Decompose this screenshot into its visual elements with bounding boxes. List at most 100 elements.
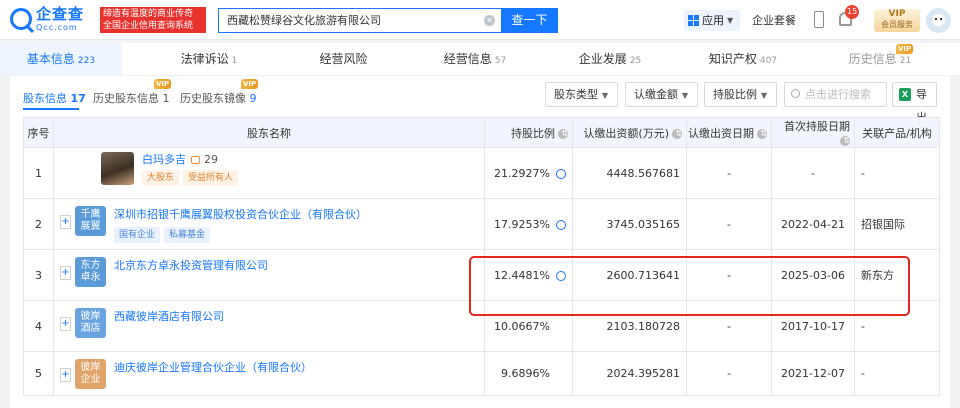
col-amount[interactable]: 认缴出资额(万元) ⇅ xyxy=(572,117,687,148)
sort-icon[interactable]: ⇅ xyxy=(558,128,568,139)
chevron-down-icon: ▼ xyxy=(761,91,768,100)
date-cell: - xyxy=(686,300,772,352)
shareholder-tags: 国有企业 私募基金 xyxy=(114,227,211,243)
col-first-date[interactable]: 首次持股日期 ⇅ xyxy=(771,117,855,148)
first-date-cell: - xyxy=(771,147,855,199)
search-input-value: 西藏松赞绿谷文化旅游有限公司 xyxy=(227,14,381,27)
sort-icon[interactable]: ⇅ xyxy=(840,136,850,146)
slogan-banner: 缔造有温度的商业传奇 全国企业信用查询系统 xyxy=(100,7,206,33)
qcc-logo[interactable]: 企查查 Qcc.com xyxy=(10,6,84,32)
shareholder-name[interactable]: 北京东方卓永投资管理有限公司 xyxy=(114,257,268,273)
company-logo[interactable]: 彼岸 酒店 xyxy=(75,308,106,338)
sort-icon[interactable]: ⇅ xyxy=(672,128,682,139)
related-link[interactable]: 新东方 xyxy=(854,249,940,301)
ratio-cell: 10.0667% xyxy=(484,300,573,352)
app-menu-button[interactable]: 应用 ▼ xyxy=(684,10,740,31)
equity-chart-icon[interactable] xyxy=(556,168,566,179)
vip-service-button[interactable]: VIP 会员服务 xyxy=(874,9,920,32)
col-label: 首次持股日期 xyxy=(784,120,850,133)
expand-button[interactable]: + xyxy=(60,266,71,280)
shareholder-name[interactable]: 深圳市招银千鹰展翼股权投资合伙企业（有限合伙） xyxy=(114,206,367,222)
tab-count: 407 xyxy=(759,56,778,66)
subtab-history-shareholders[interactable]: 历史股东信息 1 xyxy=(93,90,170,106)
company-logo[interactable]: 东方 卓永 xyxy=(75,257,106,287)
first-date-cell: 2025-03-06 xyxy=(771,249,855,301)
tab-label: 历史信息 xyxy=(848,52,897,66)
export-button[interactable]: X 导出 xyxy=(892,82,937,124)
row-index: 4 xyxy=(23,300,54,352)
date-cell: - xyxy=(686,198,772,250)
search-icon xyxy=(791,89,800,98)
app-menu-label: 应用 xyxy=(702,14,724,27)
shareholder-name[interactable]: 白玛多吉 29 xyxy=(142,151,218,167)
col-ratio[interactable]: 持股比例 ⇅ xyxy=(484,117,573,148)
tab-development[interactable]: 企业发展 25 xyxy=(555,43,665,75)
sort-icon[interactable]: ⇅ xyxy=(757,128,767,139)
amount-filter[interactable]: 认缴金额 ▼ xyxy=(625,82,698,107)
filter-label: 持股比例 xyxy=(713,88,757,101)
row-index: 3 xyxy=(23,249,54,301)
amount-cell: 2103.180728 xyxy=(572,300,687,352)
tab-count: 223 xyxy=(77,56,96,66)
shareholder-type-filter[interactable]: 股东类型 ▼ xyxy=(545,82,618,107)
table-row: 3 + 东方 卓永 北京东方卓永投资管理有限公司 12.4481% 2600.713641-… xyxy=(23,249,940,301)
shareholder-name[interactable]: 迪庆彼岸企业管理合伙企业（有限合伙） xyxy=(114,359,312,375)
notification-badge: 15 xyxy=(845,5,860,19)
subtab-history-mirror[interactable]: 历史股东镜像 9 xyxy=(180,90,257,106)
shareholder-cell: + 千鹰 展翼 深圳市招银千鹰展翼股权投资合伙企业（有限合伙） 国有企业 私募基金 xyxy=(53,198,485,250)
shareholder-cell: 白玛多吉 29 大股东 受益所有人 xyxy=(53,147,485,199)
table-row: 5 + 彼岸 企业 迪庆彼岸企业管理合伙企业（有限合伙） 9.6896% 2024.3952… xyxy=(23,351,940,396)
related-link[interactable]: 招银国际 xyxy=(854,198,940,250)
avatar[interactable] xyxy=(926,8,951,33)
vip-subtitle: 会员服务 xyxy=(881,20,913,29)
excel-icon: X xyxy=(899,88,911,101)
table-body: 1 白玛多吉 29 大股东 受益所有人 21.2927% 4448.567681- - -2 + 千… xyxy=(23,147,940,396)
first-date-cell: 2017-10-17 xyxy=(771,300,855,352)
shareholder-tag: 受益所有人 xyxy=(183,170,239,186)
tab-ip[interactable]: 知识产权 407 xyxy=(688,43,798,75)
date-cell: - xyxy=(686,351,772,396)
chevron-down-icon: ▼ xyxy=(682,91,689,100)
tab-label: 经营风险 xyxy=(319,52,368,66)
expand-button[interactable]: + xyxy=(60,368,71,382)
tab-history[interactable]: 历史信息 21 xyxy=(830,43,930,75)
ratio-cell: 12.4481% xyxy=(484,249,573,301)
clear-icon[interactable]: ✕ xyxy=(484,15,495,26)
company-logo[interactable]: 千鹰 展翼 xyxy=(75,206,106,236)
expand-button[interactable]: + xyxy=(60,215,71,229)
col-label: 持股比例 xyxy=(511,126,555,140)
equity-chart-icon[interactable] xyxy=(556,270,566,281)
ratio-cell: 21.2927% xyxy=(484,147,573,199)
tab-risk[interactable]: 经营风险 xyxy=(290,43,400,75)
equity-chart-icon[interactable] xyxy=(556,219,566,230)
tab-operations[interactable]: 经营信息 57 xyxy=(420,43,530,75)
date-cell: - xyxy=(686,249,772,301)
table-search-input[interactable]: 点击进行搜索 xyxy=(784,82,887,107)
slogan-line-1: 缔造有温度的商业传奇 xyxy=(103,9,194,19)
search-input[interactable]: 西藏松赞绿谷文化旅游有限公司 ✕ xyxy=(218,8,501,33)
search-button[interactable]: 查一下 xyxy=(501,8,558,33)
tab-basic-info[interactable]: 基本信息 223 xyxy=(0,43,122,75)
shareholder-name[interactable]: 西藏彼岸酒店有限公司 xyxy=(114,308,224,324)
subtab-label: 历史股东信息 xyxy=(93,92,159,105)
tab-label: 法律诉讼 xyxy=(180,52,229,66)
phone-icon[interactable] xyxy=(814,11,824,28)
expand-button[interactable]: + xyxy=(60,317,71,331)
subtab-shareholders[interactable]: 股东信息 17 xyxy=(23,90,86,106)
filter-label: 股东类型 xyxy=(554,88,598,101)
col-date[interactable]: 认缴出资日期 ⇅ xyxy=(686,117,772,148)
col-related: 关联产品/机构 xyxy=(854,117,940,148)
date-cell: - xyxy=(686,147,772,199)
tab-legal[interactable]: 法律诉讼 1 xyxy=(154,43,264,75)
company-logo[interactable]: 彼岸 企业 xyxy=(75,359,106,389)
table-row: 2 + 千鹰 展翼 深圳市招银千鹰展翼股权投资合伙企业（有限合伙） 国有企业 私募基金 17.… xyxy=(23,198,940,250)
chevron-down-icon: ▼ xyxy=(727,16,734,25)
enterprise-suite-link[interactable]: 企业套餐 xyxy=(752,12,796,28)
shareholder-tag: 国有企业 xyxy=(114,227,161,243)
shareholder-photo[interactable] xyxy=(101,152,134,185)
ratio-filter[interactable]: 持股比例 ▼ xyxy=(704,82,777,107)
related-company-count: 29 xyxy=(204,153,218,166)
ratio-value: 21.2927% xyxy=(494,166,550,180)
filter-label: 认缴金额 xyxy=(634,88,678,101)
subtab-label: 历史股东镜像 xyxy=(180,92,246,105)
